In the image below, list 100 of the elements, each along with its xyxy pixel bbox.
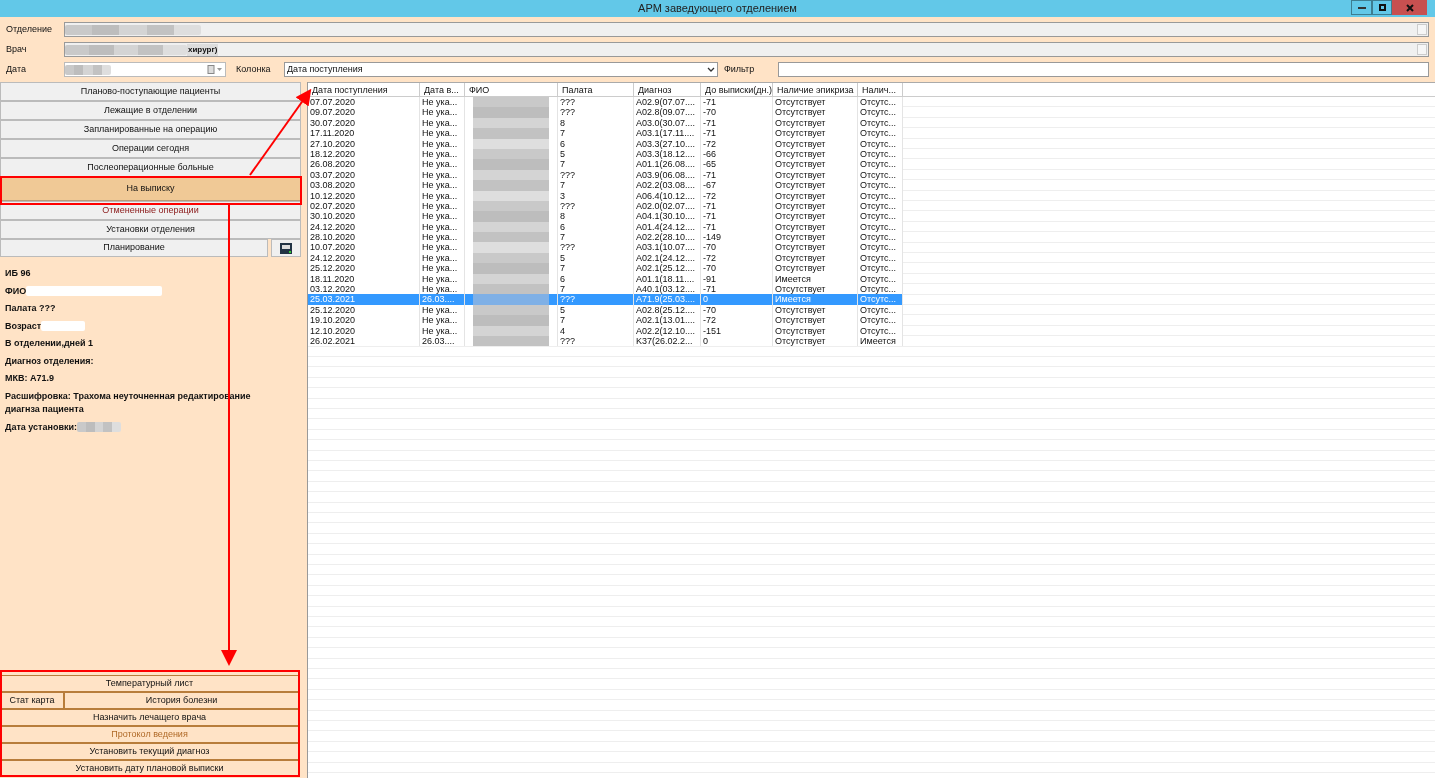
column-header[interactable]: Диагноз (634, 83, 701, 96)
nav-button[interactable]: На выписку (0, 177, 301, 201)
table-row[interactable]: 02.07.2020 Не ука... ??? A02.0(02.07.... -71 Отсутствует Отсутс... (308, 200, 903, 212)
nav-button[interactable]: Установки отделения (0, 220, 301, 239)
table-cell: Отсутс... (860, 128, 897, 139)
table-cell: A02.9(07.07.... (636, 97, 696, 107)
table-cell: 02.07.2020 (310, 200, 356, 211)
table-cell: Отсутствует (775, 169, 826, 180)
table-row[interactable]: 10.12.2020 Не ука... 3 A06.4(10.12.... -72 Отсутствует Отсутс... (308, 190, 903, 201)
table-cell: A02.2(28.10.... (636, 232, 696, 243)
restore-button[interactable] (1372, 0, 1392, 15)
column-header[interactable]: Дата поступления (308, 83, 420, 96)
table-row[interactable]: 03.12.2020 Не ука... 7 A40.1(03.12.... -71 Отсутствует Отсутс... (308, 284, 903, 295)
action-button[interactable]: Назначить лечащего врача (0, 709, 299, 726)
table-row[interactable]: 28.10.2020 Не ука... 7 A02.2(28.10.... -149 Отсутствует Отсутс... (308, 232, 903, 243)
table-cell: ??? (560, 169, 576, 180)
table-row[interactable]: 25.12.2020 Не ука... 5 A02.8(25.12.... -70 Отсутствует Отсутс... (308, 304, 903, 316)
print-button[interactable] (271, 239, 301, 257)
redacted-text (41, 321, 86, 332)
table-cell: -70 (703, 304, 716, 315)
table-row[interactable]: 26.02.2021 26.03.... ??? K37(26.02.2... 0 Отсутствует Имеется (308, 336, 903, 347)
table-row[interactable]: 10.07.2020 Не ука... ??? A03.1(10.07.... -70 Отсутствует Отсутс... (308, 242, 903, 253)
table-cell: Не ука... (422, 304, 458, 315)
table-cell: Не ука... (422, 242, 458, 253)
table-cell: 28.10.2020 (310, 232, 356, 243)
table-cell: 3 (560, 190, 565, 201)
table-cell: 7 (560, 284, 565, 295)
calendar-icon (207, 65, 223, 74)
browse-button[interactable] (1417, 44, 1427, 55)
column-header[interactable]: Наличие эпикриза (773, 83, 858, 96)
table-cell: -72 (703, 252, 716, 263)
table-cell: 09.07.2020 (310, 107, 356, 118)
table-cell: Не ука... (422, 190, 458, 201)
table-cell: Не ука... (422, 221, 458, 232)
filter-field[interactable] (778, 62, 1429, 77)
action-button[interactable]: История болезни (64, 692, 299, 709)
planning-button[interactable]: Планирование (0, 239, 268, 257)
table-row[interactable]: 30.10.2020 Не ука... 8 A04.1(30.10.... -71 Отсутствует Отсутс... (308, 211, 903, 222)
table-row[interactable]: 19.10.2020 Не ука... 7 A02.1(13.01.... -72 Отсутствует Отсутс... (308, 315, 903, 326)
nav-button[interactable]: Запланированные на операцию (0, 120, 301, 139)
patient-info: Палата ??? (5, 302, 56, 315)
patient-info: МКВ: А71.9 (5, 372, 54, 385)
table-row[interactable]: 03.08.2020 Не ука... 7 A02.2(03.08.... -67 Отсутствует Отсутс... (308, 180, 903, 191)
table-row[interactable]: 12.10.2020 Не ука... 4 A02.2(12.10.... -151 Отсутствует Отсутс... (308, 325, 903, 336)
table-cell: Отсутс... (860, 148, 897, 159)
table-cell: Не ука... (422, 169, 458, 180)
table-row[interactable]: 18.11.2020 Не ука... 6 A01.1(18.11.... -91 Имеется Отсутс... (308, 273, 903, 285)
minimize-button[interactable] (1351, 0, 1372, 15)
nav-button[interactable]: Операции сегодня (0, 139, 301, 158)
nav-button[interactable]: Планово-поступающие пациенты (0, 82, 301, 101)
table-cell: 24.12.2020 (310, 252, 356, 263)
table-cell: A04.1(30.10.... (636, 211, 696, 222)
table-cell: A02.8(25.12.... (636, 304, 696, 315)
column-header[interactable]: Палата (558, 83, 634, 96)
browse-button[interactable] (1417, 24, 1427, 35)
table-cell: A02.0(02.07.... (636, 200, 696, 211)
table-cell: Отсутствует (775, 200, 826, 211)
column-header[interactable]: Дата в... (420, 83, 465, 96)
column-header[interactable]: ФИО (465, 83, 558, 96)
nav-button[interactable]: Лежащие в отделении (0, 101, 301, 120)
printer-icon (280, 242, 292, 254)
action-button[interactable]: Установить текущий диагноз (0, 743, 299, 760)
table-cell: 6 (560, 221, 565, 232)
table-row[interactable]: 17.11.2020 Не ука... 7 A03.1(17.11.... -71 Отсутствует Отсутс... (308, 128, 903, 139)
field-label: Отделение (6, 22, 54, 36)
table-row[interactable]: 30.07.2020 Не ука... 8 A03.0(30.07.... -71 Отсутствует Отсутс... (308, 117, 903, 129)
doctor-field[interactable]: хирург) (64, 42, 1429, 57)
table-cell: A01.1(18.11.... (636, 273, 695, 284)
table-cell: 30.07.2020 (310, 117, 356, 128)
table-cell: 0 (703, 336, 708, 346)
table-cell: Отсутс... (860, 252, 897, 263)
table-cell: Отсутс... (860, 97, 897, 107)
action-button[interactable]: Температурный лист (0, 675, 299, 692)
table-row[interactable]: 07.07.2020 Не ука... ??? A02.9(07.07.... -71 Отсутствует Отсутс... (308, 97, 903, 108)
close-button[interactable] (1392, 0, 1427, 15)
table-cell: Отсутствует (775, 190, 826, 201)
action-button[interactable]: Стат карта (0, 692, 64, 709)
patient-info: ФИО (5, 284, 27, 298)
column-header[interactable]: Налич... (858, 83, 903, 96)
table-cell: Отсутствует (775, 336, 826, 346)
table-row[interactable]: 18.12.2020 Не ука... 5 A03.3(18.12.... -66 Отсутствует Отсутс... (308, 148, 903, 160)
table-cell: A02.1(25.12.... (636, 263, 696, 274)
table-cell: ??? (560, 336, 576, 346)
table-cell: Отсутствует (775, 304, 826, 315)
table-row[interactable]: 26.08.2020 Не ука... 7 A01.1(26.08.... -65 Отсутствует Отсутс... (308, 159, 903, 170)
column-header[interactable]: До выписки(дн.) (701, 83, 773, 96)
date-field[interactable] (64, 62, 226, 77)
table-cell: Отсутствует (775, 148, 826, 159)
table-row[interactable]: 24.12.2020 Не ука... 5 A02.1(24.12.... -72 Отсутствует Отсутс... (308, 252, 903, 264)
table-row[interactable]: 27.10.2020 Не ука... 6 A03.3(27.10.... -72 Отсутствует Отсутс... (308, 138, 903, 149)
column-dropdown[interactable]: Дата поступления (284, 62, 718, 77)
table-cell: 6 (560, 273, 565, 284)
table-cell: 5 (560, 304, 565, 315)
department-field[interactable] (64, 22, 1429, 37)
doctor-name-fragment: хирург) (187, 43, 219, 56)
table-cell: Не ука... (422, 159, 458, 170)
caret-icon (707, 67, 715, 72)
table-row[interactable]: 09.07.2020 Не ука... ??? A02.8(09.07.... -70 Отсутствует Отсутс... (308, 107, 903, 118)
table-row[interactable]: 25.12.2020 Не ука... 7 A02.1(25.12.... -70 Отсутствует Отсутс... (308, 263, 903, 274)
table-row[interactable]: 24.12.2020 Не ука... 6 A01.4(24.12.... -71 Отсутствует Отсутс... (308, 221, 903, 233)
